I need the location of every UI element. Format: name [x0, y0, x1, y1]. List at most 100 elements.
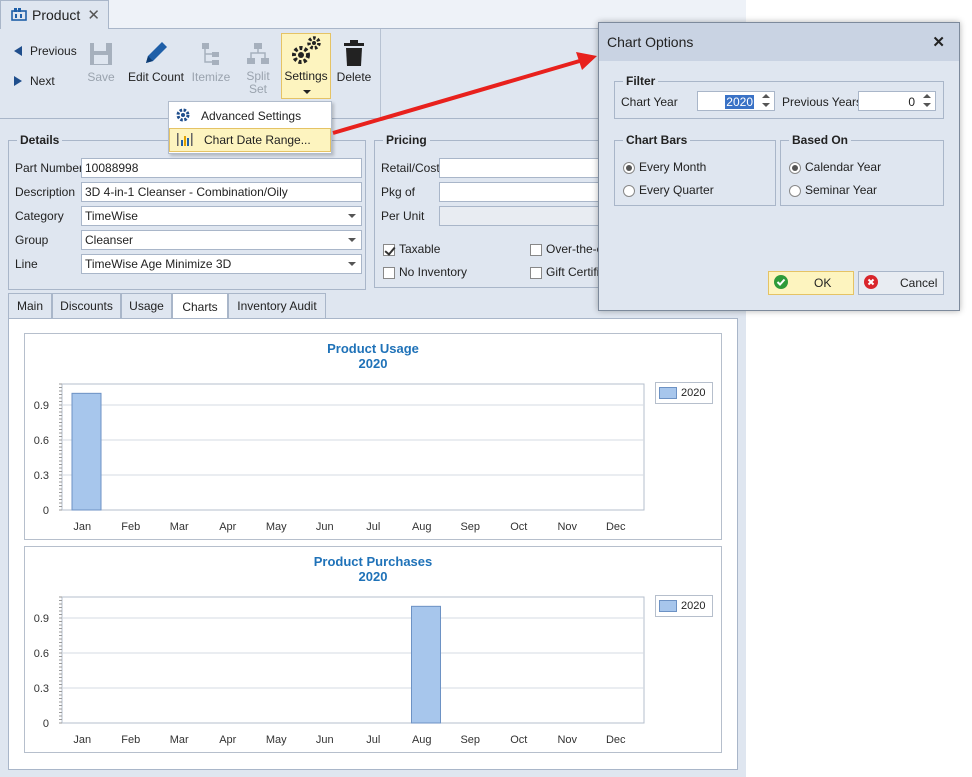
- pkg-of-field[interactable]: [439, 182, 615, 202]
- x-tick-label: Feb: [121, 734, 140, 746]
- gift-certificate-checkbox[interactable]: Gift Certific: [530, 265, 605, 279]
- x-tick-label: Jul: [366, 734, 380, 746]
- group-value: Cleanser: [85, 233, 134, 247]
- legend-swatch: [659, 600, 677, 612]
- cancel-circle-icon: [864, 274, 878, 292]
- group-label: Group: [15, 233, 49, 247]
- spin-up-icon[interactable]: [762, 94, 770, 98]
- previous-years-value: 0: [908, 95, 915, 109]
- part-number-label: Part Number: [15, 161, 84, 175]
- otc-label: Over-the-c: [546, 242, 603, 256]
- calendar-year-radio[interactable]: Calendar Year: [789, 160, 881, 174]
- chart-year-spinner[interactable]: 2020: [697, 91, 775, 111]
- close-tab-icon[interactable]: ✕: [87, 6, 100, 24]
- x-tick-label: Apr: [219, 734, 236, 746]
- product-usage-chart: Product Usage 2020 0 0.3 0.6 0.9 Jan Feb Mar Ap…: [24, 333, 722, 540]
- otc-checkbox[interactable]: Over-the-c: [530, 242, 603, 256]
- product-usage-plot: 0 0.3 0.6 0.9 Jan Feb Mar Apr May Jun Jul Aug Sep Oct…: [34, 383, 645, 533]
- settings-button[interactable]: Settings: [281, 33, 331, 99]
- x-tick-label: Mar: [170, 521, 189, 533]
- settings-label: Settings: [284, 69, 328, 83]
- settings-dropdown-icon: [303, 90, 311, 94]
- description-value: 3D 4-in-1 Cleanser - Combination/Oily: [85, 185, 288, 199]
- menu-item-advanced-settings[interactable]: Advanced Settings: [169, 104, 331, 128]
- itemize-icon: [198, 37, 224, 67]
- retail-cost-field[interactable]: [439, 158, 615, 178]
- tab-discounts[interactable]: Discounts: [52, 293, 121, 319]
- tab-charts[interactable]: Charts: [172, 293, 228, 320]
- previous-years-label: Previous Years: [782, 95, 863, 109]
- spin-down-icon[interactable]: [923, 103, 931, 107]
- tab-usage[interactable]: Usage: [121, 293, 172, 319]
- line-select[interactable]: TimeWise Age Minimize 3D: [81, 254, 362, 274]
- legend-label: 2020: [681, 387, 706, 399]
- radio-icon: [623, 184, 635, 197]
- next-button[interactable]: Next: [14, 74, 55, 88]
- pkg-of-label: Pkg of: [381, 185, 416, 199]
- ok-button[interactable]: OK: [768, 271, 854, 295]
- x-tick-label: Nov: [557, 521, 577, 533]
- x-tick-label: Sep: [460, 521, 480, 533]
- chart-bars-group: Chart Bars Every Month Every Quarter: [614, 133, 776, 206]
- cancel-label: Cancel: [900, 276, 938, 290]
- check-circle-icon: [774, 274, 788, 292]
- delete-button[interactable]: Delete: [335, 37, 373, 84]
- radio-selected-icon: [623, 161, 635, 174]
- no-inventory-checkbox[interactable]: No Inventory: [383, 265, 467, 279]
- menu-item-label: Chart Date Range...: [204, 133, 311, 147]
- y-tick-label: 0.6: [34, 648, 49, 660]
- chart-options-dialog: Chart Options ✕ Filter Chart Year 2020 P…: [598, 22, 960, 311]
- document-tab-product[interactable]: Product ✕: [0, 0, 109, 29]
- previous-label: Previous: [30, 44, 77, 58]
- previous-button[interactable]: Previous: [14, 44, 77, 58]
- bar-aug: [411, 605, 441, 724]
- filter-group: Filter Chart Year 2020 Previous Years 0: [614, 74, 944, 119]
- y-tick-label: 0: [43, 718, 49, 730]
- category-value: TimeWise: [85, 209, 138, 223]
- save-button[interactable]: Save: [86, 37, 116, 84]
- save-icon: [88, 37, 114, 67]
- per-unit-field: [439, 206, 615, 226]
- x-tick-label: Sep: [460, 734, 480, 746]
- legend-label: 2020: [681, 600, 706, 612]
- description-label: Description: [15, 185, 76, 199]
- y-tick-label: 0.3: [34, 470, 49, 482]
- chevron-down-icon: [348, 238, 356, 242]
- part-number-field[interactable]: 10088998: [81, 158, 362, 178]
- x-tick-label: Apr: [219, 521, 236, 533]
- taxable-checkbox[interactable]: Taxable: [383, 242, 440, 256]
- every-quarter-radio[interactable]: Every Quarter: [623, 183, 714, 197]
- x-tick-label: Jan: [73, 734, 91, 746]
- line-label: Line: [15, 257, 38, 271]
- previous-years-spinner[interactable]: 0: [858, 91, 936, 111]
- itemize-button[interactable]: Itemize: [191, 37, 231, 84]
- retail-cost-label: Retail/Cost: [381, 161, 440, 175]
- edit-count-button[interactable]: Edit Count: [127, 37, 185, 84]
- y-tick-label: 0.9: [34, 613, 49, 625]
- dialog-title: Chart Options: [607, 34, 694, 50]
- tab-main[interactable]: Main: [8, 293, 52, 319]
- description-field[interactable]: 3D 4-in-1 Cleanser - Combination/Oily: [81, 182, 362, 202]
- tab-inventory-audit[interactable]: Inventory Audit: [228, 293, 326, 319]
- seminar-year-radio[interactable]: Seminar Year: [789, 183, 877, 197]
- category-select[interactable]: TimeWise: [81, 206, 362, 226]
- spin-down-icon[interactable]: [762, 103, 770, 107]
- tab-label: Inventory Audit: [237, 299, 317, 313]
- seminar-year-label: Seminar Year: [805, 183, 878, 197]
- radio-icon: [789, 184, 801, 197]
- menu-item-chart-date-range[interactable]: Chart Date Range...: [169, 128, 331, 152]
- x-tick-label: Oct: [510, 521, 527, 533]
- next-label: Next: [30, 74, 55, 88]
- tab-label: Discounts: [60, 299, 113, 313]
- every-month-radio[interactable]: Every Month: [623, 160, 706, 174]
- delete-label: Delete: [336, 70, 372, 84]
- group-select[interactable]: Cleanser: [81, 230, 362, 250]
- split-set-button[interactable]: Split Set: [240, 37, 276, 96]
- part-number-value: 10088998: [85, 161, 139, 175]
- chart-range-icon: [176, 131, 194, 150]
- close-icon[interactable]: ✕: [932, 33, 945, 51]
- chart-year-value: 2020: [725, 95, 754, 109]
- spin-up-icon[interactable]: [923, 94, 931, 98]
- product-purchases-chart: Product Purchases 2020 0 0.3 0.6 0.9 Jan Feb M…: [24, 546, 722, 753]
- cancel-button[interactable]: Cancel: [858, 271, 944, 295]
